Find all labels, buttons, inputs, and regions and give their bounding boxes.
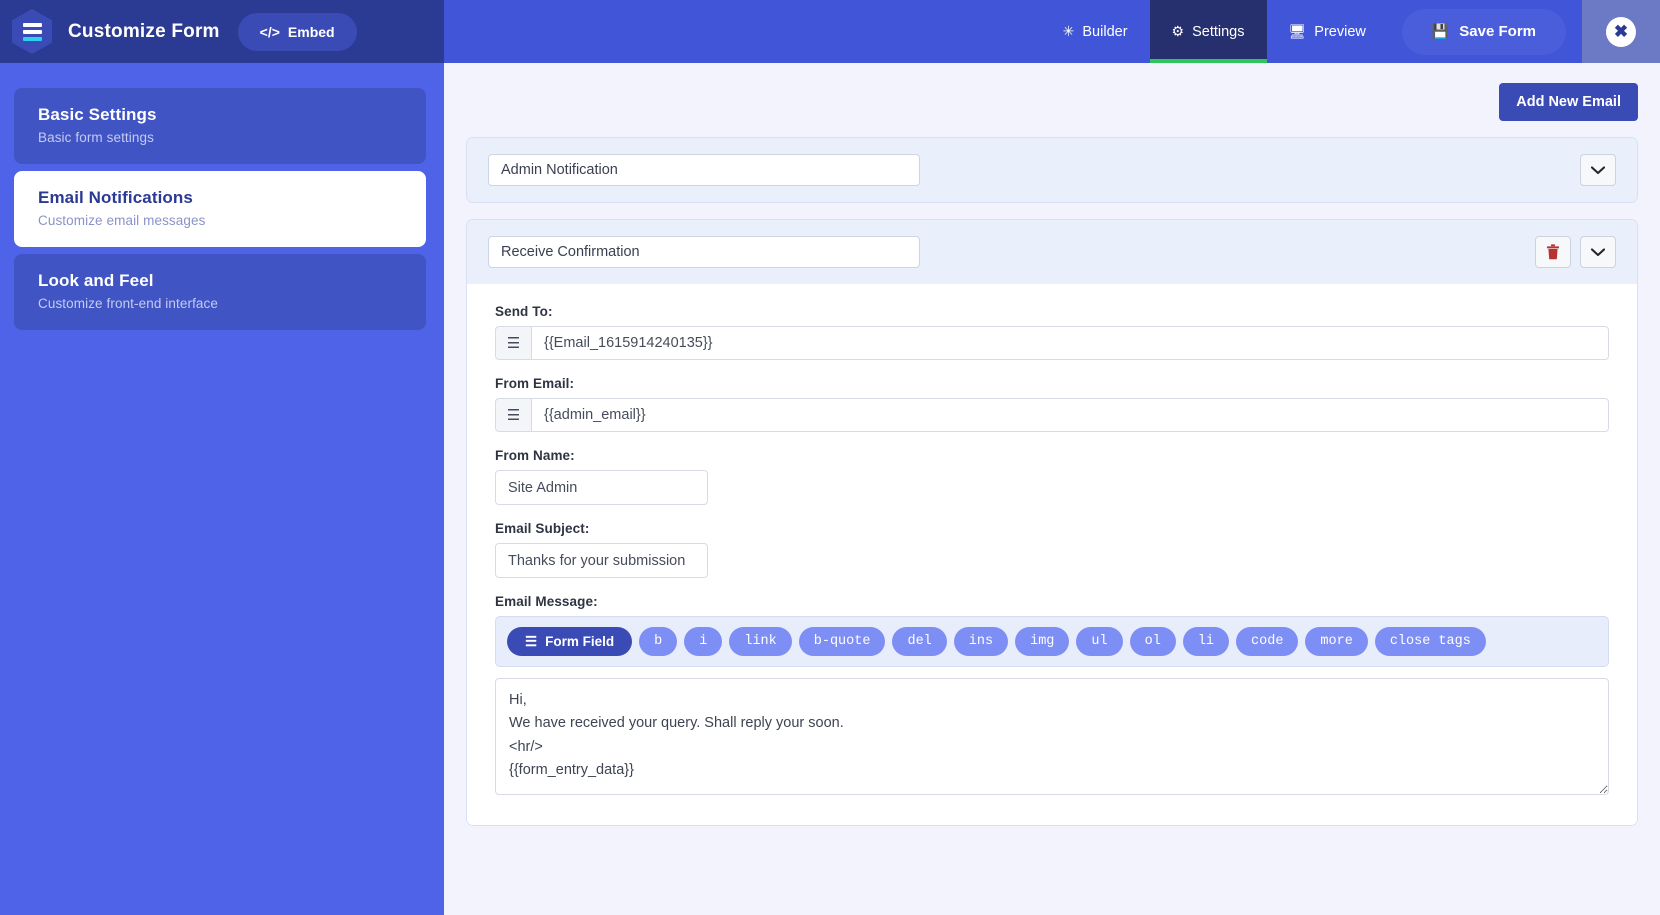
toolbar-close-tags-button[interactable]: close tags <box>1374 627 1486 656</box>
toolbar-li-button[interactable]: li <box>1182 627 1230 656</box>
from-email-input-group: ☰ <box>495 398 1609 432</box>
monitor-icon: 🖥 <box>1288 23 1307 39</box>
send-to-label: Send To: <box>495 304 553 319</box>
field-send-to: Send To: ☰ <box>495 304 1609 360</box>
sidebar-item-email-notifications[interactable]: Email Notifications Customize email mess… <box>14 171 426 247</box>
hamburger-hexagon-logo-icon[interactable] <box>12 9 52 54</box>
save-form-button[interactable]: 💾 Save Form <box>1401 8 1566 55</box>
chevron-down-icon <box>1591 247 1605 256</box>
sidebar-item-subtitle: Basic form settings <box>38 130 154 145</box>
email-panel-name-input[interactable] <box>488 236 920 268</box>
hamburger-icon[interactable]: ☰ <box>495 326 531 360</box>
code-icon: </> <box>259 23 280 40</box>
toolbar-ul-button[interactable]: ul <box>1076 627 1123 656</box>
page-title: Customize Form <box>68 20 220 42</box>
field-email-message: Email Message: ☰ Form Field b i link b-q… <box>495 594 1609 795</box>
sidebar: Basic Settings Basic form settings Email… <box>0 63 444 915</box>
close-x-icon: ✖ <box>1606 16 1636 47</box>
chevron-down-icon <box>1591 165 1605 174</box>
email-panel-header[interactable] <box>467 220 1637 284</box>
email-panel-header[interactable] <box>467 138 1637 202</box>
email-panel-name-input[interactable] <box>488 154 920 186</box>
logo-bar-2 <box>22 29 42 34</box>
delete-email-button[interactable] <box>1535 236 1571 268</box>
email-message-label: Email Message: <box>495 594 598 609</box>
main-content: Add New Email Admin Notification Receive… <box>444 63 1660 915</box>
field-from-email: From Email: ☰ <box>495 376 1609 432</box>
save-form-label: Save Form <box>1459 23 1536 40</box>
save-icon: 💾 <box>1431 23 1450 39</box>
email-subject-input[interactable] <box>495 543 708 578</box>
from-email-input[interactable] <box>531 398 1609 432</box>
email-panel-actions <box>1580 154 1616 186</box>
toolbar-button-label: Form Field <box>545 634 615 649</box>
top-bar: Customize Form </> Embed ✳ Builder ⚙ Set… <box>0 0 1660 63</box>
hamburger-icon: ☰ <box>525 633 538 649</box>
tab-settings-label: Settings <box>1192 23 1245 40</box>
field-from-name: From Name: <box>495 448 1609 505</box>
trash-icon <box>1547 244 1559 260</box>
sidebar-item-subtitle: Customize front-end interface <box>38 296 218 311</box>
toolbar-code-button[interactable]: code <box>1236 627 1299 656</box>
expand-collapse-button[interactable] <box>1580 236 1616 268</box>
toolbar-form-field-button[interactable]: ☰ Form Field <box>507 627 633 656</box>
toolbar-del-button[interactable]: del <box>892 627 947 656</box>
email-subject-label: Email Subject: <box>495 521 590 536</box>
logo-bar-1 <box>22 22 42 27</box>
add-new-email-row: Add New Email <box>466 83 1638 121</box>
sidebar-item-subtitle: Customize email messages <box>38 213 206 228</box>
email-message-textarea[interactable]: Hi, We have received your query. Shall r… <box>495 678 1609 795</box>
embed-button-label: Embed <box>287 23 335 40</box>
sidebar-item-title: Look and Feel <box>38 271 154 290</box>
email-panel-actions <box>1535 236 1616 268</box>
from-name-label: From Name: <box>495 448 575 463</box>
sidebar-item-title: Email Notifications <box>38 188 193 207</box>
add-new-email-button[interactable]: Add New Email <box>1499 83 1638 121</box>
tab-settings[interactable]: ⚙ Settings <box>1149 0 1267 63</box>
toolbar-ol-button[interactable]: ol <box>1129 627 1176 656</box>
send-to-input[interactable] <box>531 326 1609 360</box>
toolbar-more-button[interactable]: more <box>1305 627 1368 656</box>
gears-icon: ⚙ <box>1171 23 1185 39</box>
field-email-subject: Email Subject: <box>495 521 1609 578</box>
from-name-input[interactable] <box>495 470 708 505</box>
tab-preview[interactable]: 🖥 Preview <box>1267 0 1388 63</box>
email-panel-receive-confirmation: Send To: ☰ From Email: ☰ From Name: Emai… <box>466 219 1638 826</box>
email-panel-admin-notification <box>466 137 1638 203</box>
sidebar-item-title: Basic Settings <box>38 105 157 124</box>
editor-toolbar: ☰ Form Field b i link b-quote del ins im… <box>495 616 1609 667</box>
close-button[interactable]: ✖ <box>1582 0 1660 63</box>
tab-builder-label: Builder <box>1082 23 1128 40</box>
toolbar-ins-button[interactable]: ins <box>953 627 1009 656</box>
toolbar-blockquote-button[interactable]: b-quote <box>798 627 886 656</box>
sidebar-item-basic-settings[interactable]: Basic Settings Basic form settings <box>14 88 426 164</box>
email-panel-body: Send To: ☰ From Email: ☰ From Name: Emai… <box>467 284 1637 825</box>
toolbar-img-button[interactable]: img <box>1015 627 1070 656</box>
send-to-input-group: ☰ <box>495 326 1609 360</box>
logo-bar-3 <box>22 36 42 41</box>
sidebar-item-look-and-feel[interactable]: Look and Feel Customize front-end interf… <box>14 254 426 330</box>
hamburger-icon[interactable]: ☰ <box>495 398 531 432</box>
from-email-label: From Email: <box>495 376 575 391</box>
topbar-nav-area: ✳ Builder ⚙ Settings 🖥 Preview 💾 Save Fo… <box>444 0 1582 63</box>
toolbar-italic-button[interactable]: i <box>684 627 723 656</box>
tools-icon: ✳ <box>1062 23 1075 39</box>
topbar-brand-area: Customize Form </> Embed <box>0 0 444 63</box>
expand-collapse-button[interactable] <box>1580 154 1616 186</box>
embed-button[interactable]: </> Embed <box>237 12 357 51</box>
tab-preview-label: Preview <box>1314 23 1366 40</box>
tab-builder[interactable]: ✳ Builder <box>1041 0 1150 63</box>
toolbar-link-button[interactable]: link <box>729 627 792 656</box>
toolbar-bold-button[interactable]: b <box>639 627 678 656</box>
